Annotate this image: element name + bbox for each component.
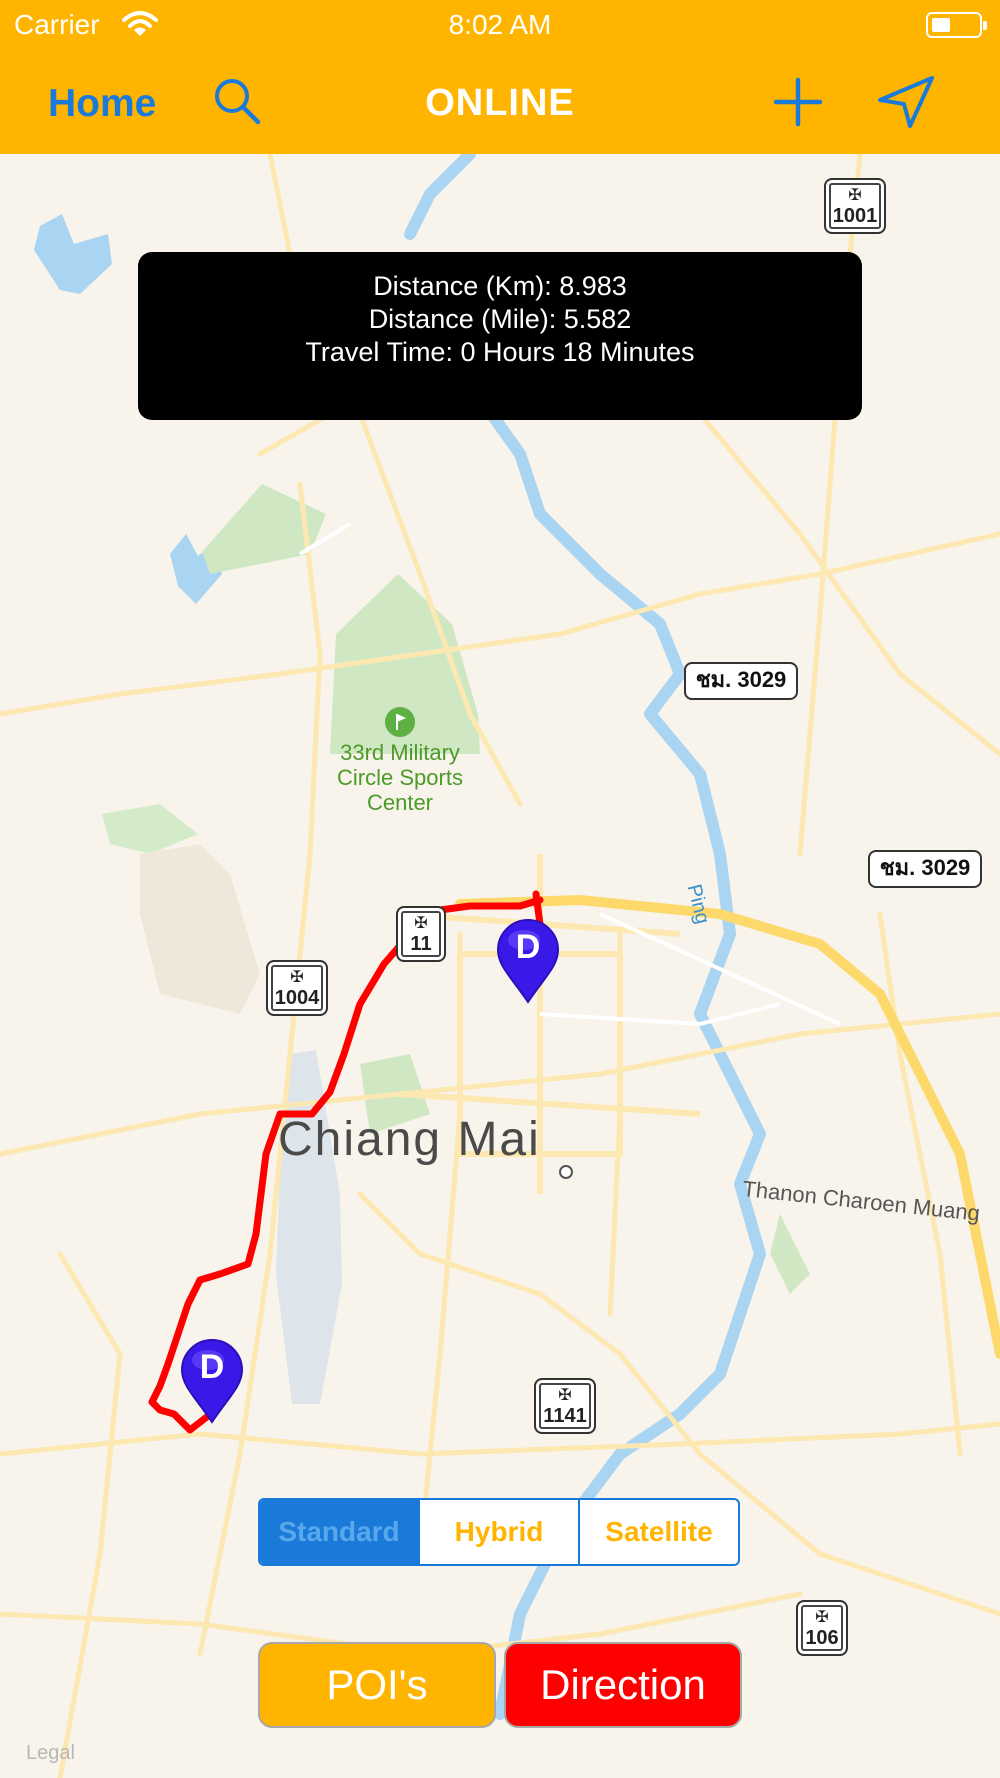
garuda-emblem-icon: ✠ xyxy=(848,187,862,204)
distance-km: Distance (Km): 8.983 xyxy=(373,271,627,301)
add-icon[interactable] xyxy=(774,76,822,128)
legal-link[interactable]: Legal xyxy=(26,1742,75,1765)
nav-bar: Home ONLINE xyxy=(0,52,1000,154)
clock: 8:02 AM xyxy=(448,9,552,40)
destination-pin[interactable]: D xyxy=(494,916,562,1006)
route-badge: ชม. 3029 xyxy=(868,850,982,888)
segment-standard[interactable]: Standard xyxy=(260,1500,418,1564)
city-center-marker xyxy=(559,1165,573,1179)
city-label: Chiang Mai xyxy=(278,1113,541,1166)
distance-mile: Distance (Mile): 5.582 xyxy=(368,304,632,334)
highway-shield: ✠ 106 xyxy=(796,1600,848,1656)
segment-satellite[interactable]: Satellite xyxy=(578,1500,738,1564)
location-arrow-icon[interactable] xyxy=(876,74,936,130)
highway-shield: ✠ 1141 xyxy=(534,1378,596,1434)
travel-time: Travel Time: 0 Hours 18 Minutes xyxy=(305,337,695,367)
route-info-box: Distance (Km): 8.983 Distance (Mile): 5.… xyxy=(138,252,862,420)
map-type-selector: Standard Hybrid Satellite xyxy=(258,1498,740,1566)
park-label: 33rd Military Circle Sports Center xyxy=(337,740,463,815)
origin-pin[interactable]: D xyxy=(178,1336,246,1426)
garuda-emblem-icon: ✠ xyxy=(290,969,304,986)
highway-shield: ✠ 11 xyxy=(396,906,446,962)
golf-flag-icon xyxy=(385,707,415,737)
garuda-emblem-icon: ✠ xyxy=(558,1387,572,1404)
garuda-emblem-icon: ✠ xyxy=(815,1609,829,1626)
battery-icon xyxy=(926,12,987,38)
highway-shield: ✠ 1004 xyxy=(266,960,328,1016)
highway-shield: ✠ 1001 xyxy=(824,178,886,234)
poi-button[interactable]: POI's xyxy=(258,1642,496,1728)
status-bar: Carrier 8:02 AM xyxy=(0,0,1000,52)
garuda-emblem-icon: ✠ xyxy=(414,915,428,932)
segment-hybrid[interactable]: Hybrid xyxy=(418,1500,578,1564)
route-badge: ชม. 3029 xyxy=(684,662,798,700)
page-title: ONLINE xyxy=(425,82,575,124)
direction-button[interactable]: Direction xyxy=(504,1642,742,1728)
